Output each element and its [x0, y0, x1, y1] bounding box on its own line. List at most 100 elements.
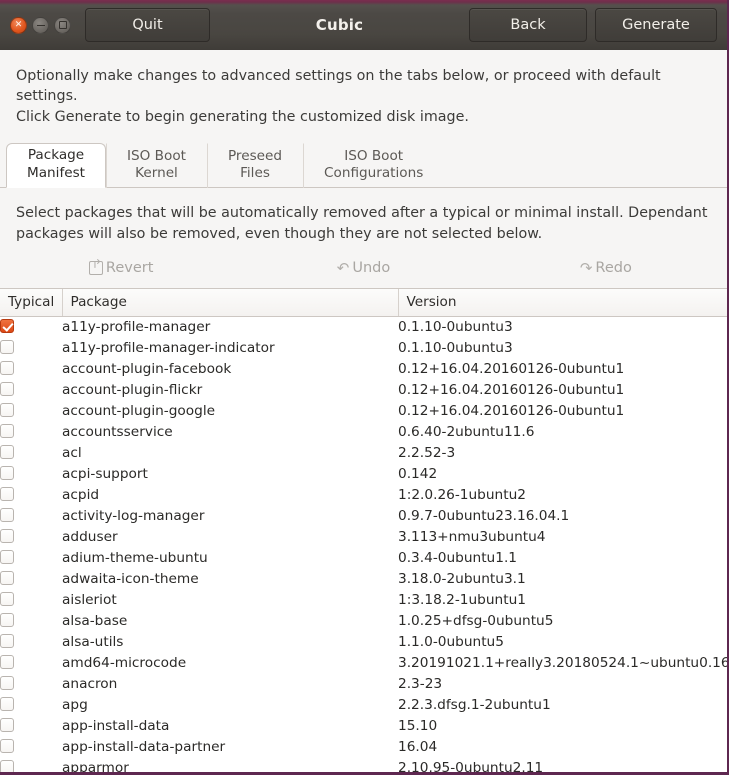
typical-checkbox[interactable]: [0, 571, 14, 586]
tab-preseed-files[interactable]: Preseed Files: [206, 142, 303, 188]
package-table-container[interactable]: Typical Package Version a11y-profile-man…: [0, 288, 727, 775]
typical-checkbox[interactable]: [0, 592, 14, 607]
typical-checkbox[interactable]: [0, 424, 14, 439]
package-name-cell: adwaita-icon-theme: [62, 571, 199, 588]
typical-checkbox[interactable]: [0, 319, 14, 334]
package-name-cell: account-plugin-facebook: [62, 361, 232, 378]
package-version-cell: 1.1.0-0ubuntu5: [398, 634, 504, 651]
table-row[interactable]: acpid 1:2.0.26-1ubuntu2: [0, 485, 727, 506]
package-table-body: a11y-profile-manager 0.1.10-0ubuntu3 a11y-…: [0, 317, 727, 775]
typical-checkbox[interactable]: [0, 697, 14, 712]
typical-checkbox[interactable]: [0, 739, 14, 754]
table-row[interactable]: app-install-data 15.10: [0, 716, 727, 737]
table-row[interactable]: apparmor 2.10.95-0ubuntu2.11: [0, 758, 727, 775]
column-header-version[interactable]: Version: [398, 289, 727, 318]
row-typical-cell: [0, 674, 62, 695]
undo-icon: ↶: [336, 258, 350, 277]
typical-checkbox[interactable]: [0, 634, 14, 649]
typical-checkbox[interactable]: [0, 655, 14, 670]
package-version-cell: 3.20191021.1+really3.20180524.1~ubuntu0.…: [398, 655, 727, 672]
package-name-cell: aisleriot: [62, 592, 117, 609]
package-version-cell: 1:2.0.26-1ubuntu2: [398, 487, 526, 504]
typical-checkbox[interactable]: [0, 529, 14, 544]
package-name-cell: app-install-data: [62, 718, 170, 735]
package-version-cell: 2.3-23: [398, 676, 443, 693]
typical-checkbox[interactable]: [0, 382, 14, 397]
table-row[interactable]: account-plugin-facebook 0.12+16.04.201601…: [0, 359, 727, 380]
redo-button[interactable]: ↷ Redo: [485, 260, 727, 276]
undo-button[interactable]: ↶ Undo: [242, 260, 484, 276]
quit-button[interactable]: Quit: [85, 8, 210, 42]
package-version-cell: 0.6.40-2ubuntu11.6: [398, 424, 535, 441]
row-typical-cell: [0, 653, 62, 674]
minimize-window-icon[interactable]: [32, 16, 49, 34]
row-typical-cell: [0, 422, 62, 443]
back-button[interactable]: Back: [469, 8, 587, 42]
generate-button[interactable]: Generate: [595, 8, 717, 42]
column-header-package[interactable]: Package: [62, 289, 399, 318]
typical-checkbox[interactable]: [0, 361, 14, 376]
table-row[interactable]: activity-log-manager 0.9.7-0ubuntu23.16.0…: [0, 506, 727, 527]
table-row[interactable]: a11y-profile-manager-indicator 0.1.10-0ub…: [0, 338, 727, 359]
table-row[interactable]: account-plugin-google 0.12+16.04.20160126…: [0, 401, 727, 422]
tab-label-line1: ISO Boot: [127, 147, 186, 164]
table-row[interactable]: adwaita-icon-theme 3.18.0-2ubuntu3.1: [0, 569, 727, 590]
package-name-cell: a11y-profile-manager: [62, 319, 211, 336]
table-row[interactable]: apg 2.2.3.dfsg.1-2ubuntu1: [0, 695, 727, 716]
package-version-cell: 1.0.25+dfsg-0ubuntu5: [398, 613, 554, 630]
typical-checkbox[interactable]: [0, 676, 14, 691]
table-row[interactable]: a11y-profile-manager 0.1.10-0ubuntu3: [0, 317, 727, 339]
tab-iso-boot-configurations[interactable]: ISO Boot Configurations: [303, 142, 444, 188]
typical-checkbox[interactable]: [0, 403, 14, 418]
intro-text: Optionally make changes to advanced sett…: [0, 50, 727, 129]
undo-label: Undo: [352, 260, 391, 277]
revert-button[interactable]: Revert: [0, 260, 242, 276]
typical-checkbox[interactable]: [0, 466, 14, 481]
typical-checkbox[interactable]: [0, 550, 14, 565]
tab-iso-boot-kernel[interactable]: ISO Boot Kernel: [106, 142, 207, 188]
table-row[interactable]: adduser 3.113+nmu3ubuntu4: [0, 527, 727, 548]
close-window-icon[interactable]: ✕: [10, 16, 27, 34]
package-table: Typical Package Version a11y-profile-man…: [0, 289, 727, 775]
package-name-cell: acpi-support: [62, 466, 148, 483]
package-version-cell: 0.12+16.04.20160126-0ubuntu1: [398, 382, 625, 399]
table-row[interactable]: anacron 2.3-23: [0, 674, 727, 695]
package-name-cell: apg: [62, 697, 88, 714]
row-typical-cell: [0, 632, 62, 653]
row-typical-cell: [0, 485, 62, 506]
tab-label-line2: Kernel: [135, 165, 178, 182]
package-version-cell: 3.18.0-2ubuntu3.1: [398, 571, 526, 588]
tab-package-manifest[interactable]: Package Manifest: [6, 142, 107, 188]
table-row[interactable]: accountsservice 0.6.40-2ubuntu11.6: [0, 422, 727, 443]
typical-checkbox[interactable]: [0, 718, 14, 733]
package-name-cell: account-plugin-google: [62, 403, 216, 420]
package-version-cell: 2.2.52-3: [398, 445, 456, 462]
typical-checkbox[interactable]: [0, 613, 14, 628]
package-version-cell: 3.113+nmu3ubuntu4: [398, 529, 546, 546]
row-typical-cell: [0, 716, 62, 737]
table-row[interactable]: aisleriot 1:3.18.2-1ubuntu1: [0, 590, 727, 611]
typical-checkbox[interactable]: [0, 760, 14, 772]
table-row[interactable]: alsa-utils 1.1.0-0ubuntu5: [0, 632, 727, 653]
typical-checkbox[interactable]: [0, 445, 14, 460]
tab-label-line1: Package: [27, 147, 85, 164]
table-row[interactable]: amd64-microcode 3.20191021.1+really3.2018…: [0, 653, 727, 674]
table-row[interactable]: account-plugin-flickr 0.12+16.04.20160126…: [0, 380, 727, 401]
package-version-cell: 0.142: [398, 466, 438, 483]
table-row[interactable]: alsa-base 1.0.25+dfsg-0ubuntu5: [0, 611, 727, 632]
redo-label: Redo: [595, 260, 632, 277]
typical-checkbox[interactable]: [0, 340, 14, 355]
row-typical-cell: [0, 569, 62, 590]
window-controls: ✕: [10, 16, 71, 34]
typical-checkbox[interactable]: [0, 508, 14, 523]
table-row[interactable]: acpi-support 0.142: [0, 464, 727, 485]
package-version-cell: 2.10.95-0ubuntu2.11: [398, 760, 544, 775]
maximize-window-icon[interactable]: [54, 16, 71, 34]
package-name-cell: apparmor: [62, 760, 129, 775]
table-row[interactable]: app-install-data-partner 16.04: [0, 737, 727, 758]
typical-checkbox[interactable]: [0, 487, 14, 502]
package-version-cell: 0.12+16.04.20160126-0ubuntu1: [398, 361, 625, 378]
table-row[interactable]: adium-theme-ubuntu 0.3.4-0ubuntu1.1: [0, 548, 727, 569]
column-header-typical[interactable]: Typical: [0, 289, 63, 318]
table-row[interactable]: acl 2.2.52-3: [0, 443, 727, 464]
